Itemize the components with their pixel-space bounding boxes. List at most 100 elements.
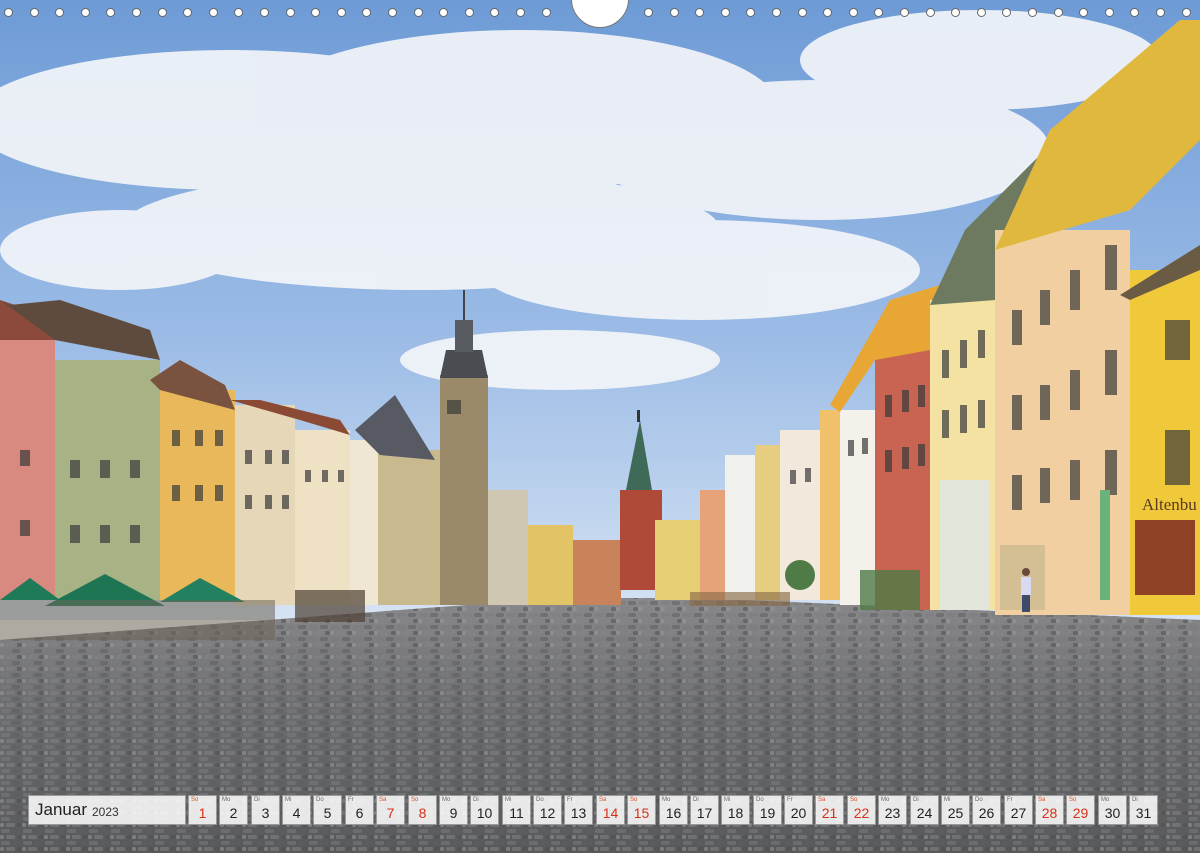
day-cell: So 15 [627,795,656,825]
day-abbreviation: Mo [1101,797,1110,803]
calendar-page: Altenbu Januar 2023 So 1 Mo 2 Di 3 Mi 4 Do 5 Fr 6 Sa… [0,0,1200,853]
day-number: 20 [790,805,807,821]
day-number: 25 [947,805,964,821]
day-abbreviation: Do [756,797,764,803]
day-abbreviation: Mi [505,797,512,803]
day-cell: Fr 13 [564,795,593,825]
binding-hole [388,8,397,17]
day-cell: So 8 [408,795,437,825]
year-label: 2023 [91,804,119,819]
day-number: 15 [633,805,650,821]
day-abbreviation: Fr [1007,797,1013,803]
day-cell: Sa 14 [596,795,625,825]
day-number: 6 [355,805,364,821]
day-number: 1 [198,805,207,821]
binding-hole [1079,8,1088,17]
day-abbreviation: Mi [724,797,731,803]
day-cell: Mi 4 [282,795,311,825]
binding-hole [746,8,755,17]
day-cell: Sa 7 [376,795,405,825]
day-number: 21 [821,805,838,821]
binding-hole [849,8,858,17]
day-number: 23 [884,805,901,821]
binding-hole [132,8,141,17]
day-number: 8 [418,805,427,821]
day-abbreviation: Sa [818,797,826,803]
day-abbreviation: So [191,797,199,803]
binding-hole [542,8,551,17]
day-number: 10 [476,805,493,821]
binding-hole [1156,8,1165,17]
month-label-cell: Januar 2023 [28,795,186,825]
binding-hole [1105,8,1114,17]
market-square-photo: Altenbu [0,0,1200,853]
day-abbreviation: Mo [662,797,671,803]
binding-hole [644,8,653,17]
day-number: 27 [1010,805,1027,821]
day-abbreviation: So [850,797,858,803]
day-number: 3 [261,805,270,821]
shop-sign-right: Altenbu [1142,495,1197,514]
binding-hole [209,8,218,17]
binding-hole [721,8,730,17]
binding-hole [81,8,90,17]
binding-hole [1028,8,1037,17]
day-abbreviation: Mi [944,797,951,803]
day-abbreviation: Do [536,797,544,803]
day-number: 12 [539,805,556,821]
binding-hole [695,8,704,17]
binding-hole [55,8,64,17]
binding-hole [362,8,371,17]
day-number: 19 [759,805,776,821]
day-number: 4 [292,805,301,821]
binding-hole [823,8,832,17]
day-number: 31 [1135,805,1152,821]
binding-hole [951,8,960,17]
binding-hole [158,8,167,17]
day-number: 9 [449,805,458,821]
binding-hole [1002,8,1011,17]
day-abbreviation: Do [316,797,324,803]
day-abbreviation: Mo [442,797,451,803]
day-number: 2 [229,805,238,821]
day-number: 7 [386,805,395,821]
binding-hole [234,8,243,17]
day-number: 11 [509,805,524,821]
day-abbreviation: So [630,797,638,803]
day-cell: Fr 27 [1004,795,1033,825]
binding-hole [516,8,525,17]
calendar-strip: Januar 2023 So 1 Mo 2 Di 3 Mi 4 Do 5 Fr 6 Sa 7 So 8 Mo 9 D… [28,795,1173,825]
day-number: 18 [727,805,744,821]
day-cell: Do 5 [313,795,342,825]
day-cell: Di 17 [690,795,719,825]
day-cell: Fr 20 [784,795,813,825]
binding-hole [490,8,499,17]
day-cell: Mo 2 [219,795,248,825]
day-abbreviation: Fr [348,797,354,803]
binding-hole [1130,8,1139,17]
binding-hole [439,8,448,17]
day-cell: Mi 18 [721,795,750,825]
day-abbreviation: Mo [222,797,231,803]
day-cell: Mi 25 [941,795,970,825]
binding-hole [183,8,192,17]
day-cell: Mo 23 [878,795,907,825]
day-abbreviation: Mi [285,797,292,803]
day-abbreviation: Di [913,797,919,803]
day-number: 26 [978,805,995,821]
day-number: 29 [1072,805,1089,821]
binding-hole [337,8,346,17]
day-cell: Di 10 [470,795,499,825]
day-abbreviation: Fr [787,797,793,803]
day-abbreviation: So [411,797,419,803]
day-cell: So 1 [188,795,217,825]
day-cell: So 29 [1066,795,1095,825]
day-cell: Mo 9 [439,795,468,825]
day-number: 14 [602,805,619,821]
day-abbreviation: Do [975,797,983,803]
day-number: 17 [696,805,713,821]
day-cell: Fr 6 [345,795,374,825]
day-number: 24 [916,805,933,821]
day-abbreviation: Di [693,797,699,803]
spiral-binding [0,0,1200,30]
